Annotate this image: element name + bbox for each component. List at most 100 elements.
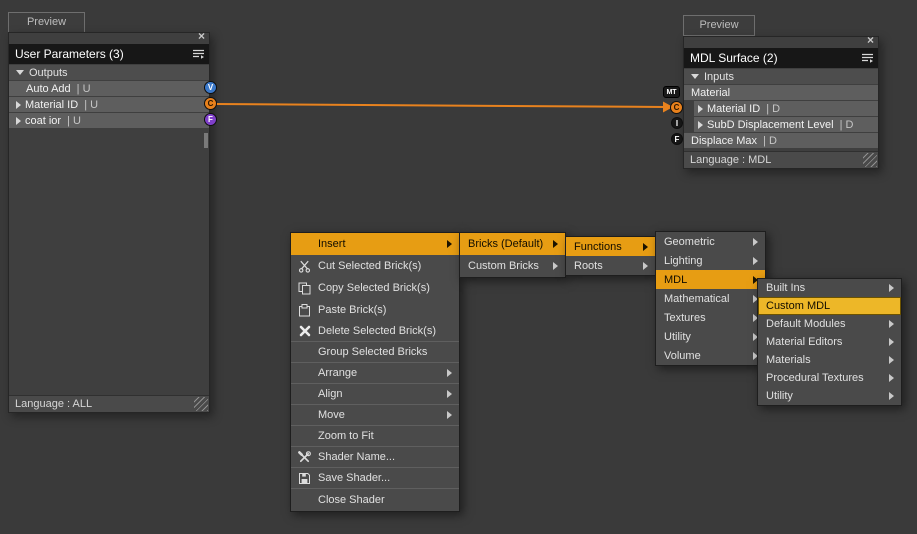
expand-arrow-icon[interactable]: [698, 120, 703, 129]
section-label: Inputs: [704, 70, 734, 83]
menu-item-geometric[interactable]: Geometric: [656, 232, 765, 251]
menu-item-procedural-textures[interactable]: Procedural Textures: [758, 369, 901, 387]
submenu-arrow-icon: [447, 369, 452, 377]
resize-grip[interactable]: [194, 397, 208, 411]
row-auto-add[interactable]: Auto Add | U: [9, 81, 209, 96]
submenu-arrow-icon: [553, 240, 558, 248]
menu-item-zoom-to-fit[interactable]: Zoom to Fit: [291, 426, 459, 447]
submenu-arrow-icon: [889, 374, 894, 382]
node-header-mdl-surface[interactable]: MDL Surface (2): [684, 48, 878, 68]
submenu-arrow-icon: [447, 240, 452, 248]
row-subd-displacement-level[interactable]: SubD Displacement Level | D: [694, 117, 878, 132]
connector-float-output[interactable]: F: [204, 113, 217, 126]
row-displace-max[interactable]: Displace Max | D: [684, 133, 878, 148]
tools-icon: [291, 450, 318, 464]
menu-item-group[interactable]: Group Selected Bricks: [291, 342, 459, 363]
inputs-section-row[interactable]: Inputs: [684, 69, 878, 84]
language-label: Language : ALL: [15, 398, 93, 410]
node-header-user-parameters[interactable]: User Parameters (3): [9, 44, 209, 64]
preview-tab-left[interactable]: Preview: [8, 12, 85, 33]
row-type-tag: | D: [766, 102, 781, 115]
menu-item-label: Paste Brick(s): [318, 304, 387, 316]
menu-item-save-shader[interactable]: Save Shader...: [291, 468, 459, 489]
collapse-arrow-icon[interactable]: [16, 70, 24, 75]
close-icon[interactable]: ×: [198, 30, 205, 42]
menu-item-materials[interactable]: Materials: [758, 351, 901, 369]
menu-item-utility[interactable]: Utility: [656, 327, 765, 346]
preview-tab-right[interactable]: Preview: [683, 15, 755, 36]
row-type-tag: | U: [76, 82, 91, 95]
node-title: User Parameters (3): [15, 47, 124, 61]
menu-item-volume[interactable]: Volume: [656, 346, 765, 365]
node-top-strip: ×: [684, 34, 878, 48]
menu-item-insert[interactable]: Insert: [291, 233, 459, 255]
row-material[interactable]: Material: [684, 85, 878, 100]
row-label: Material: [691, 86, 731, 99]
menu-item-label: Built Ins: [766, 282, 806, 294]
menu-item-paste[interactable]: Paste Brick(s): [291, 299, 459, 321]
scrollbar-thumb[interactable]: [204, 133, 208, 148]
submenu-arrow-icon: [447, 411, 452, 419]
connector-material-input[interactable]: MT: [663, 86, 680, 98]
submenu-arrow-icon: [643, 242, 648, 251]
submenu-arrow-icon: [889, 284, 894, 292]
submenu-arrow-icon: [553, 262, 558, 270]
outputs-section-row[interactable]: Outputs: [9, 65, 209, 80]
language-label: Language : MDL: [690, 154, 772, 166]
menu-item-label: Save Shader...: [318, 472, 391, 484]
menu-item-label: Roots: [574, 259, 603, 272]
menu-item-custom-bricks[interactable]: Custom Bricks: [460, 255, 565, 277]
bricks-submenu: Bricks (Default) Custom Bricks: [459, 232, 566, 278]
menu-item-copy[interactable]: Copy Selected Brick(s): [291, 277, 459, 299]
menu-item-delete[interactable]: Delete Selected Brick(s): [291, 321, 459, 342]
connector-color-output[interactable]: C: [204, 97, 217, 110]
menu-item-textures[interactable]: Textures: [656, 308, 765, 327]
expand-arrow-icon[interactable]: [16, 116, 21, 125]
resize-grip[interactable]: [863, 153, 877, 167]
save-disk-icon: [291, 472, 318, 485]
expand-arrow-icon[interactable]: [698, 104, 703, 113]
menu-item-label: Group Selected Bricks: [318, 346, 428, 358]
category-submenu: Geometric Lighting MDL Mathematical Text…: [655, 231, 766, 366]
node-title: MDL Surface (2): [690, 51, 778, 65]
menu-item-functions[interactable]: Functions: [566, 237, 655, 256]
menu-item-arrange[interactable]: Arrange: [291, 363, 459, 384]
context-menu: Insert Cut Selected Brick(s) Copy Select…: [290, 232, 460, 512]
menu-item-shader-name[interactable]: Shader Name...: [291, 447, 459, 468]
properties-list-icon[interactable]: [192, 49, 205, 59]
connector-float-input[interactable]: F: [671, 133, 683, 145]
menu-item-close-shader[interactable]: Close Shader: [291, 489, 459, 511]
menu-item-label: Delete Selected Brick(s): [318, 325, 436, 337]
properties-list-icon[interactable]: [861, 53, 874, 63]
menu-item-label: Custom Bricks: [468, 260, 539, 272]
submenu-arrow-icon: [889, 356, 894, 364]
connector-integer-input[interactable]: I: [671, 117, 683, 129]
row-material-id-out[interactable]: Material ID | U: [9, 97, 209, 112]
menu-item-custom-mdl[interactable]: Custom MDL: [758, 297, 901, 315]
connector-color-input[interactable]: C: [670, 101, 683, 114]
close-icon[interactable]: ×: [867, 34, 874, 46]
row-material-id-in[interactable]: Material ID | D: [694, 101, 878, 116]
menu-item-mathematical[interactable]: Mathematical: [656, 289, 765, 308]
menu-item-default-modules[interactable]: Default Modules: [758, 315, 901, 333]
collapse-arrow-icon[interactable]: [691, 74, 699, 79]
row-coat-ior[interactable]: coat ior | U: [9, 113, 209, 128]
menu-item-move[interactable]: Move: [291, 405, 459, 426]
row-label: Material ID: [25, 98, 79, 111]
menu-item-roots[interactable]: Roots: [566, 256, 655, 275]
menu-item-material-editors[interactable]: Material Editors: [758, 333, 901, 351]
menu-item-bricks-default[interactable]: Bricks (Default): [460, 233, 565, 255]
menu-item-mdl[interactable]: MDL: [656, 270, 765, 289]
menu-item-built-ins[interactable]: Built Ins: [758, 279, 901, 297]
connector-value-output[interactable]: V: [204, 81, 217, 94]
menu-item-align[interactable]: Align: [291, 384, 459, 405]
expand-arrow-icon[interactable]: [16, 100, 21, 109]
mdl-submenu: Built Ins Custom MDL Default Modules Mat…: [757, 278, 902, 406]
menu-item-utility-mdl[interactable]: Utility: [758, 387, 901, 405]
menu-item-lighting[interactable]: Lighting: [656, 251, 765, 270]
scissors-icon: [291, 260, 318, 273]
submenu-arrow-icon: [889, 320, 894, 328]
type-submenu: Functions Roots: [565, 236, 656, 276]
menu-item-cut[interactable]: Cut Selected Brick(s): [291, 255, 459, 277]
row-type-tag: | D: [839, 118, 854, 131]
